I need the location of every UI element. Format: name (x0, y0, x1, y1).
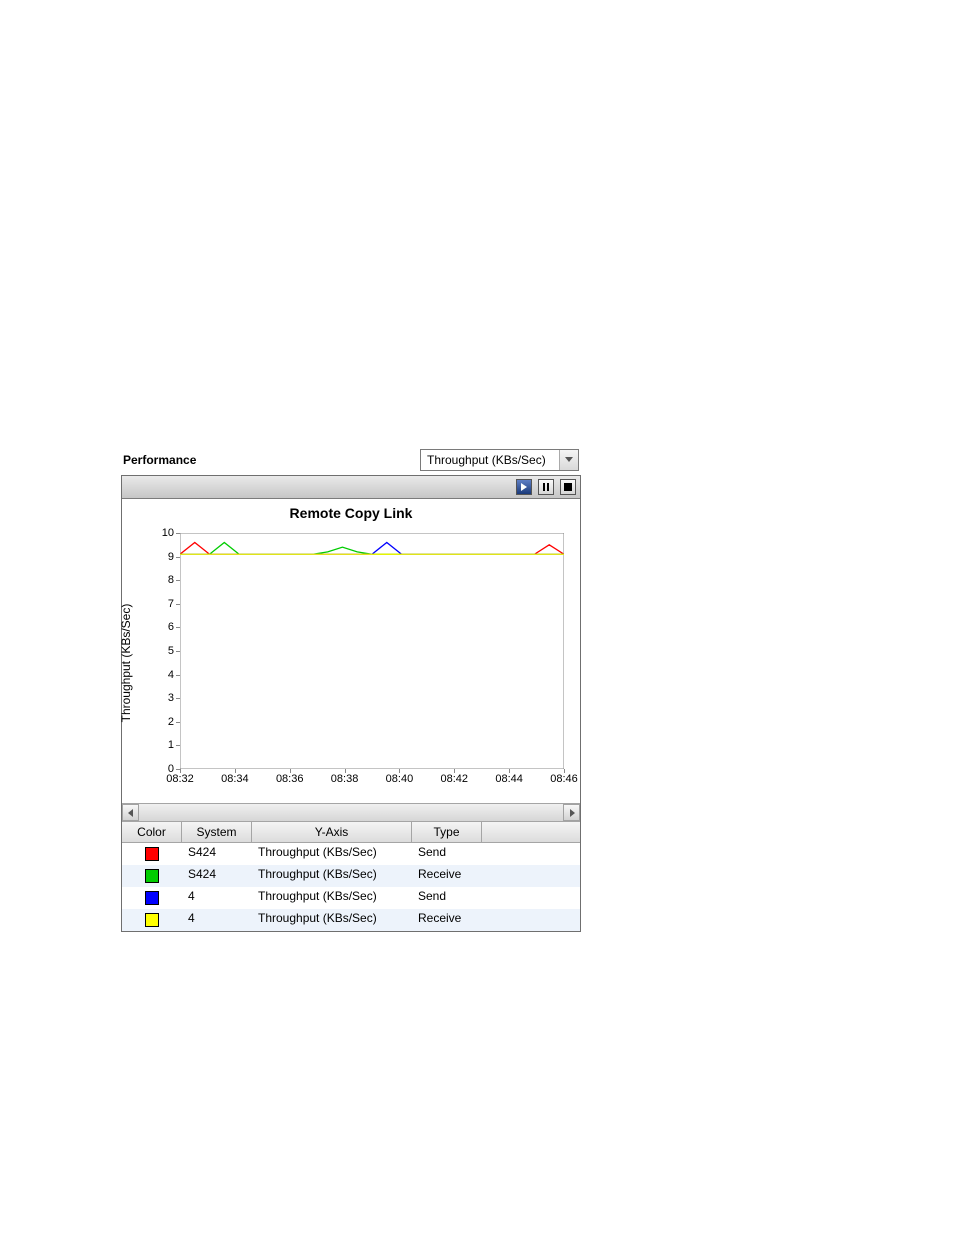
cell-type: Send (412, 887, 482, 909)
panel-title: Performance (123, 453, 196, 467)
cell-system: 4 (182, 909, 252, 931)
column-header-type[interactable]: Type (412, 822, 482, 842)
cell-type: Receive (412, 865, 482, 887)
column-header-yaxis[interactable]: Y-Axis (252, 822, 412, 842)
color-swatch (145, 913, 159, 927)
playback-toolbar (122, 476, 580, 499)
chevron-down-icon[interactable] (559, 450, 578, 470)
cell-yaxis: Throughput (KBs/Sec) (252, 865, 412, 887)
cell-system: S424 (182, 843, 252, 865)
cell-color (122, 843, 182, 865)
column-header-spacer (482, 822, 580, 842)
cell-color (122, 909, 182, 931)
table-row[interactable]: 4Throughput (KBs/Sec)Send (122, 887, 580, 909)
legend-table-header: Color System Y-Axis Type (122, 821, 580, 843)
legend-table-body: S424Throughput (KBs/Sec)SendS424Throughp… (122, 843, 580, 931)
color-swatch (145, 869, 159, 883)
horizontal-scrollbar[interactable] (122, 803, 580, 821)
chart-area: Throughput (KBs/Sec) 01234567891008:3208… (122, 523, 580, 803)
cell-type: Receive (412, 909, 482, 931)
plot-box: 01234567891008:3208:3408:3608:3808:4008:… (180, 533, 564, 769)
metric-select-value: Throughput (KBs/Sec) (421, 450, 559, 470)
color-swatch (145, 847, 159, 861)
pause-button[interactable] (538, 479, 554, 495)
performance-panel: Performance Throughput (KBs/Sec) Remote … (121, 449, 581, 932)
cell-system: 4 (182, 887, 252, 909)
topbar: Performance Throughput (KBs/Sec) (121, 449, 581, 475)
chart-panel: Remote Copy Link Throughput (KBs/Sec) 01… (121, 475, 581, 932)
table-row[interactable]: 4Throughput (KBs/Sec)Receive (122, 909, 580, 931)
series-line (180, 542, 564, 554)
column-header-system[interactable]: System (182, 822, 252, 842)
cell-yaxis: Throughput (KBs/Sec) (252, 909, 412, 931)
cell-type: Send (412, 843, 482, 865)
scroll-right-icon[interactable] (563, 804, 580, 821)
y-axis-label: Throughput (KBs/Sec) (119, 604, 133, 723)
cell-yaxis: Throughput (KBs/Sec) (252, 887, 412, 909)
stop-button[interactable] (560, 479, 576, 495)
cell-color (122, 887, 182, 909)
scroll-left-icon[interactable] (122, 804, 139, 821)
chart-title: Remote Copy Link (122, 499, 580, 523)
scroll-track[interactable] (139, 804, 563, 821)
cell-system: S424 (182, 865, 252, 887)
metric-select[interactable]: Throughput (KBs/Sec) (420, 449, 579, 471)
table-row[interactable]: S424Throughput (KBs/Sec)Receive (122, 865, 580, 887)
cell-color (122, 865, 182, 887)
cell-yaxis: Throughput (KBs/Sec) (252, 843, 412, 865)
table-row[interactable]: S424Throughput (KBs/Sec)Send (122, 843, 580, 865)
color-swatch (145, 891, 159, 905)
column-header-color[interactable]: Color (122, 822, 182, 842)
play-button[interactable] (516, 479, 532, 495)
